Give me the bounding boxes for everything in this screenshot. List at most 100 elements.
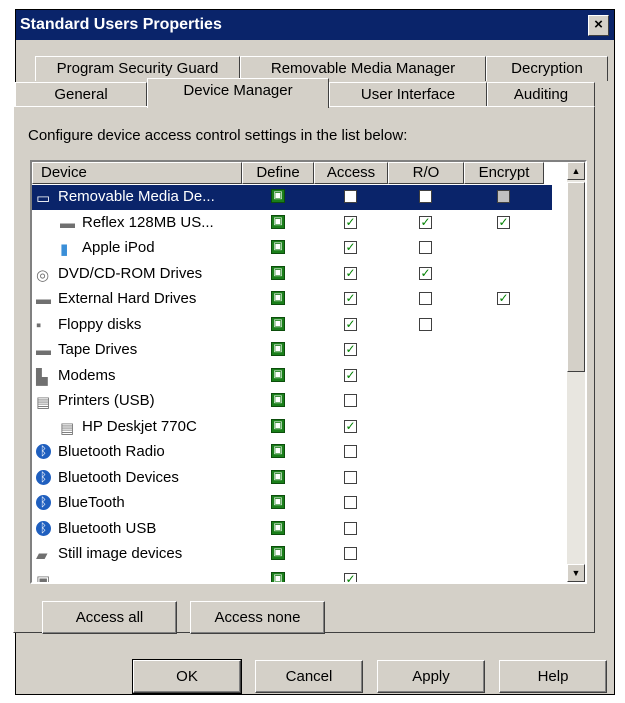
device-row[interactable]: ▣ ▣ ✓	[32, 568, 552, 584]
device-name: Bluetooth USB	[58, 519, 157, 537]
access-checkbox[interactable]: ✓	[344, 419, 357, 433]
column-header-access[interactable]: Access	[314, 162, 388, 184]
encrypt-checkbox[interactable]: ✓	[497, 292, 510, 305]
access-checkbox[interactable]: ✓	[344, 215, 357, 229]
define-lock-icon[interactable]: ▣	[271, 520, 285, 535]
instructions-label: Configure device access control settings…	[28, 127, 408, 144]
device-row[interactable]: ▬ Reflex 128MB US... ▣ ✓ ✓ ✓	[32, 211, 552, 236]
define-lock-icon[interactable]: ▣	[271, 393, 285, 407]
infrared-icon: ▣	[36, 572, 51, 584]
ro-checkbox[interactable]	[419, 190, 432, 203]
device-name: Bluetooth Radio	[58, 443, 165, 460]
printer-icon: ▤	[36, 394, 51, 411]
column-header-define[interactable]: Define	[242, 162, 314, 184]
define-lock-icon[interactable]: ▣	[271, 291, 285, 305]
column-header-device[interactable]: Device	[32, 162, 242, 184]
help-button[interactable]: Help	[499, 660, 607, 693]
ro-checkbox[interactable]: ✓	[419, 215, 432, 229]
access-checkbox[interactable]: ✓	[344, 266, 357, 280]
device-row[interactable]: ▪ Floppy disks ▣ ✓	[32, 313, 552, 338]
bluetooth-icon: ᛒ	[36, 444, 51, 459]
floppy-icon: ▪	[36, 316, 42, 334]
ipod-icon: ▮	[60, 241, 69, 258]
apply-button[interactable]: Apply	[377, 660, 485, 693]
device-row[interactable]: ▰ Still image devices ▣	[32, 542, 552, 567]
scroll-up-button[interactable]: ▲	[567, 162, 585, 180]
define-lock-icon[interactable]: ▣	[271, 367, 285, 382]
access-checkbox[interactable]	[344, 470, 357, 484]
device-name: Apple iPod	[82, 239, 155, 256]
device-name: Still image devices	[58, 545, 183, 562]
define-lock-icon[interactable]: ▣	[271, 469, 285, 484]
ro-checkbox[interactable]	[419, 317, 432, 331]
device-row[interactable]: ▬ Tape Drives ▣ ✓	[32, 338, 552, 363]
tab-decryption[interactable]: Decryption	[486, 56, 608, 81]
tab-general[interactable]: General	[15, 82, 147, 107]
define-lock-icon[interactable]: ▣	[271, 546, 285, 560]
ro-checkbox[interactable]	[419, 292, 432, 305]
define-lock-icon[interactable]: ▣	[271, 316, 285, 331]
cd-drive-icon: ◎	[36, 266, 50, 284]
device-name: DVD/CD-ROM Drives	[58, 264, 203, 282]
device-row[interactable]: ▤ Printers (USB) ▣	[32, 389, 552, 414]
define-lock-icon[interactable]: ▣	[271, 342, 285, 356]
encrypt-checkbox[interactable]	[497, 190, 510, 203]
access-checkbox[interactable]: ✓	[344, 241, 357, 254]
device-row[interactable]: ◎ DVD/CD-ROM Drives ▣ ✓ ✓	[32, 262, 552, 287]
device-name: Floppy disks	[58, 315, 142, 333]
ro-checkbox[interactable]: ✓	[419, 266, 432, 280]
access-checkbox[interactable]: ✓	[344, 572, 357, 582]
title-bar: Standard Users Properties ×	[16, 10, 614, 40]
scroll-thumb[interactable]	[567, 182, 585, 372]
device-name: BlueTooth	[58, 494, 125, 511]
define-lock-icon[interactable]: ▣	[271, 189, 285, 203]
device-name: Bluetooth Devices	[58, 468, 179, 486]
access-checkbox[interactable]: ✓	[344, 368, 357, 382]
encrypt-checkbox[interactable]: ✓	[497, 215, 510, 229]
tab-user-interface[interactable]: User Interface	[329, 82, 487, 107]
access-all-button[interactable]: Access all	[42, 601, 177, 634]
define-lock-icon[interactable]: ▣	[271, 444, 285, 458]
define-lock-icon[interactable]: ▣	[271, 418, 285, 433]
device-name: Tape Drives	[58, 341, 138, 358]
access-checkbox[interactable]	[344, 547, 357, 560]
access-checkbox[interactable]: ✓	[344, 292, 357, 305]
define-lock-icon[interactable]: ▣	[271, 214, 285, 229]
vertical-scrollbar[interactable]: ▲ ▼	[567, 162, 585, 582]
access-checkbox[interactable]: ✓	[344, 317, 357, 331]
ro-checkbox[interactable]	[419, 241, 432, 254]
access-checkbox[interactable]	[344, 521, 357, 535]
device-name: Printers (USB)	[58, 392, 155, 409]
list-header: Device Define Access R/O Encrypt	[32, 162, 552, 184]
device-row[interactable]: ▭ Removable Media De... ▣	[32, 185, 552, 210]
close-button[interactable]: ×	[588, 15, 609, 36]
tab-device-manager[interactable]: Device Manager	[147, 78, 329, 108]
access-none-button[interactable]: Access none	[190, 601, 325, 634]
column-header-ro[interactable]: R/O	[388, 162, 464, 184]
device-row[interactable]: ▮ Apple iPod ▣ ✓	[32, 236, 552, 261]
device-row[interactable]: ▤ HP Deskjet 770C ▣ ✓	[32, 415, 552, 440]
device-row[interactable]: ᛒ Bluetooth Radio ▣	[32, 440, 552, 465]
bluetooth-icon: ᛒ	[36, 469, 51, 485]
access-checkbox[interactable]	[344, 445, 357, 458]
scroll-down-button[interactable]: ▼	[567, 564, 585, 582]
access-checkbox[interactable]	[344, 394, 357, 407]
access-checkbox[interactable]	[344, 496, 357, 509]
define-lock-icon[interactable]: ▣	[271, 495, 285, 509]
device-row[interactable]: ▬ External Hard Drives ▣ ✓ ✓	[32, 287, 552, 312]
device-list[interactable]: Device Define Access R/O Encrypt ▭ Remova…	[30, 160, 587, 584]
define-lock-icon[interactable]: ▣	[271, 265, 285, 280]
device-row[interactable]: ▙ Modems ▣ ✓	[32, 364, 552, 389]
define-lock-icon[interactable]: ▣	[271, 571, 285, 582]
device-row[interactable]: ᛒ BlueTooth ▣	[32, 491, 552, 516]
device-row[interactable]: ᛒ Bluetooth Devices ▣	[32, 466, 552, 491]
ok-button[interactable]: OK	[132, 659, 242, 694]
device-name: Modems	[58, 366, 116, 384]
device-row[interactable]: ᛒ Bluetooth USB ▣	[32, 517, 552, 542]
access-checkbox[interactable]	[344, 190, 357, 203]
access-checkbox[interactable]: ✓	[344, 343, 357, 356]
column-header-encrypt[interactable]: Encrypt	[464, 162, 544, 184]
define-lock-icon[interactable]: ▣	[271, 240, 285, 254]
cancel-button[interactable]: Cancel	[255, 660, 363, 693]
tab-auditing[interactable]: Auditing	[487, 82, 595, 107]
